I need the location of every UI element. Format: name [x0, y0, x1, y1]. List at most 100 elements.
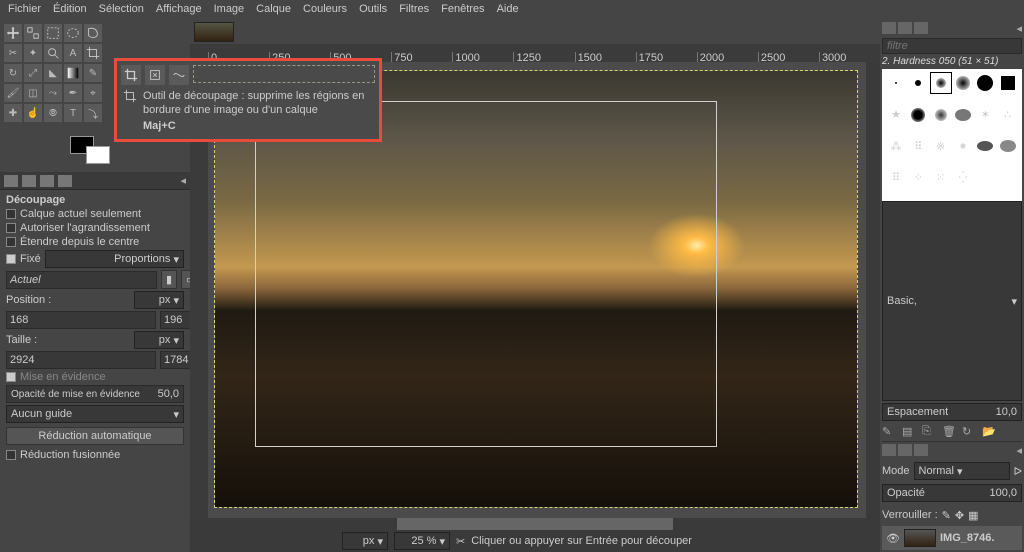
image-tab-thumb[interactable] [194, 22, 234, 42]
brush-item[interactable] [931, 105, 951, 125]
tool-clone[interactable]: ⌖ [84, 84, 102, 102]
tool-scissors[interactable]: ✂ [4, 44, 22, 62]
brush-item[interactable]: ⁙ [931, 168, 951, 188]
brush-edit-icon[interactable]: ✎ [882, 425, 896, 439]
tool-scale[interactable]: ⤢ [24, 64, 42, 82]
aspect-value[interactable] [6, 271, 157, 289]
brush-item[interactable]: ⠿ [908, 136, 928, 156]
chk-from-center[interactable] [6, 237, 16, 247]
brush-item[interactable] [975, 73, 995, 93]
menu-help[interactable]: Aide [497, 3, 519, 17]
orient-portrait[interactable]: ▮ [161, 270, 177, 289]
brush-item[interactable] [998, 136, 1018, 156]
tool-path[interactable]: ⦾ [44, 104, 62, 122]
crop-handle-br[interactable] [687, 417, 717, 447]
brush-item[interactable] [931, 73, 951, 93]
chk-allow-grow[interactable] [6, 223, 16, 233]
brush-open-icon[interactable]: 📂 [982, 425, 996, 439]
sel-size-unit[interactable]: px ▾ [134, 331, 184, 349]
chk-merged[interactable] [6, 450, 16, 460]
tool-eraser[interactable]: ◫ [24, 84, 42, 102]
layer-row[interactable]: 👁 IMG_8746. [882, 526, 1022, 550]
brush-item[interactable]: ⁘ [908, 168, 928, 188]
sel-guides[interactable]: Aucun guide▾ [6, 405, 184, 423]
status-unit[interactable]: px ▾ [342, 532, 388, 550]
tab-menu-icon[interactable]: ◂ [180, 174, 186, 187]
tool-pencil[interactable]: ✎ [84, 64, 102, 82]
tool-rect-select[interactable] [44, 24, 62, 42]
tool-text[interactable]: T [64, 104, 82, 122]
lock-position-icon[interactable]: ✥ [955, 509, 964, 522]
brush-dup-icon[interactable]: ⎘ [922, 425, 936, 439]
chk-current-layer[interactable] [6, 209, 16, 219]
menu-windows[interactable]: Fenêtres [441, 3, 484, 17]
menu-colors[interactable]: Couleurs [303, 3, 347, 17]
brush-filter[interactable] [882, 38, 1022, 54]
tool-dropper[interactable]: ⤵ [84, 104, 102, 122]
vscrollbar[interactable] [866, 62, 880, 518]
brush-item[interactable]: ✶ [975, 105, 995, 125]
menu-filters[interactable]: Filtres [399, 3, 429, 17]
tab-image[interactable] [58, 175, 72, 187]
brush-new-icon[interactable]: ▤ [902, 425, 916, 439]
brush-item[interactable]: ※ [931, 136, 951, 156]
menu-layer[interactable]: Calque [256, 3, 291, 17]
chk-fixed[interactable] [6, 254, 16, 264]
tool-fuzzy[interactable]: ✦ [24, 44, 42, 62]
sel-fixed-mode[interactable]: Proportions ▾ [45, 250, 184, 268]
tab-brushes[interactable] [882, 22, 896, 34]
brush-item[interactable] [975, 136, 995, 156]
sel-pos-unit[interactable]: px ▾ [134, 291, 184, 309]
val-highlight[interactable]: 50,0 [158, 388, 179, 400]
brush-item[interactable]: ⁛ [953, 168, 973, 188]
brush-del-icon[interactable]: 🗑 [942, 425, 956, 439]
brush-refresh-icon[interactable]: ↻ [962, 425, 976, 439]
menu-tools[interactable]: Outils [359, 3, 387, 17]
tab-channels[interactable] [898, 444, 912, 456]
tool-crop-highlight[interactable] [121, 65, 141, 85]
dock-menu-icon[interactable]: ◂ [1016, 22, 1022, 38]
crop-rectangle[interactable] [255, 101, 717, 447]
brush-item[interactable] [953, 73, 973, 93]
tool-warp[interactable] [169, 65, 189, 85]
tool-zoom[interactable] [44, 44, 62, 62]
crop-handle-bl[interactable] [255, 417, 285, 447]
menu-view[interactable]: Affichage [156, 3, 202, 17]
menu-edit[interactable]: Édition [53, 3, 87, 17]
background-color[interactable] [86, 146, 110, 164]
tool-align[interactable] [24, 24, 42, 42]
tool-heal[interactable]: ✚ [4, 104, 22, 122]
spacing-value[interactable]: 10,0 [996, 406, 1017, 418]
layer-name[interactable]: IMG_8746. [940, 532, 994, 544]
brush-item[interactable] [886, 73, 906, 93]
eye-icon[interactable]: 👁 [886, 532, 900, 545]
brush-item[interactable] [908, 105, 928, 125]
lock-pixels-icon[interactable]: ✎ [942, 509, 951, 522]
pos-x[interactable] [6, 311, 156, 329]
status-zoom[interactable]: 25 % ▾ [394, 532, 450, 550]
brush-preset[interactable]: Basic,▾ [882, 201, 1022, 401]
lock-alpha-icon[interactable]: ▦ [968, 509, 978, 522]
menu-image[interactable]: Image [214, 3, 245, 17]
brush-item[interactable] [998, 73, 1018, 93]
brush-item[interactable]: ⠿ [886, 168, 906, 188]
mode-reset-icon[interactable]: ᐅ [1014, 465, 1022, 478]
tool-measure[interactable]: A [64, 44, 82, 62]
btn-auto-shrink[interactable]: Réduction automatique [6, 427, 184, 445]
chk-highlight[interactable] [6, 372, 16, 382]
tab-device[interactable] [22, 175, 36, 187]
tab-paths[interactable] [914, 444, 928, 456]
tool-transform[interactable] [145, 65, 165, 85]
brush-item[interactable] [953, 105, 973, 125]
brush-item[interactable]: ⁕ [953, 136, 973, 156]
dock-menu-icon[interactable]: ◂ [1016, 444, 1022, 460]
tool-ink[interactable]: ✒ [64, 84, 82, 102]
tab-patterns[interactable] [898, 22, 912, 34]
tool-gradient[interactable] [64, 64, 82, 82]
opacity-value[interactable]: 100,0 [989, 487, 1017, 499]
mode-select[interactable]: Normal ▾ [914, 462, 1010, 480]
tab-tool-options[interactable] [4, 175, 18, 187]
tool-rotate[interactable]: ↻ [4, 64, 22, 82]
tool-smudge[interactable]: ☝ [24, 104, 42, 122]
tool-bucket[interactable]: ◣ [44, 64, 62, 82]
